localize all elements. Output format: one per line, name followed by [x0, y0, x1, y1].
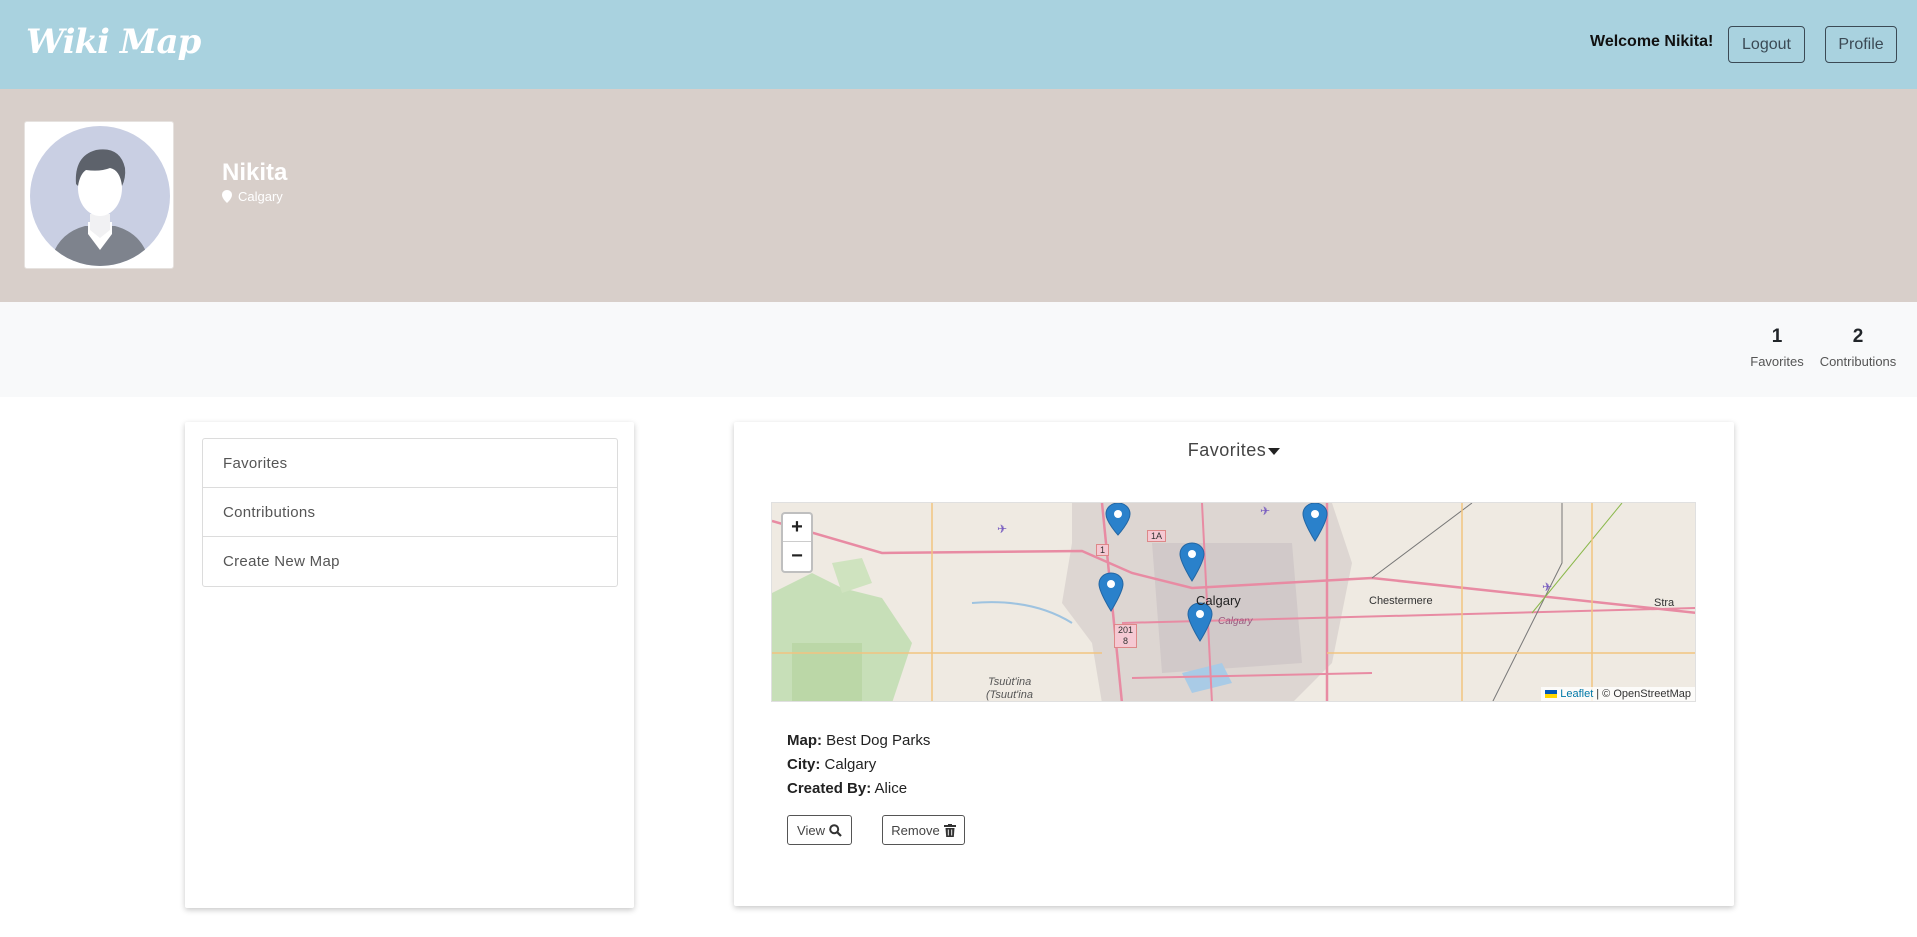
svg-text:✈: ✈ — [997, 522, 1007, 536]
map-label-calgary: Calgary — [1196, 593, 1241, 608]
map-creator-value: Alice — [874, 780, 908, 797]
map-label-strathmore: Stra — [1654, 597, 1675, 609]
logout-button[interactable]: Logout — [1728, 26, 1805, 63]
map-creator-label: Created By: — [787, 780, 872, 797]
map-name-value: Best Dog Parks — [826, 732, 931, 749]
stats-bar: 1 Favorites 2 Contributions — [0, 302, 1917, 397]
map-marker-icon — [222, 190, 232, 203]
leaflet-link[interactable]: Leaflet — [1560, 688, 1593, 700]
map-label-tsuutina-2: (Tsuut'ina — [986, 689, 1033, 701]
view-button[interactable]: View — [787, 815, 852, 845]
osm-attribution[interactable]: | © OpenStreetMap — [1596, 688, 1691, 700]
profile-header: Nikita Calgary — [0, 89, 1917, 302]
map-label-calgary-small: Calgary — [1218, 616, 1253, 627]
map-creator-row: Created By: Alice — [787, 777, 930, 801]
sidebar-item-favorites[interactable]: Favorites — [203, 439, 617, 488]
favorites-dropdown-label: Favorites — [1187, 440, 1267, 460]
map-label-chestermere: Chestermere — [1369, 595, 1433, 607]
remove-button-label: Remove — [891, 822, 940, 838]
map-city-value: Calgary — [824, 756, 877, 773]
user-location-text: Calgary — [238, 189, 283, 204]
avatar — [24, 121, 174, 269]
map-label-hwy-201-a: 201 — [1118, 625, 1134, 635]
search-icon — [829, 823, 842, 837]
main-card: Favorites ✈ ✈ ✈ Calgary Calgary Chesterm… — [734, 422, 1734, 906]
trash-icon — [943, 823, 956, 837]
favorites-count: 1 — [1771, 326, 1783, 347]
map-view[interactable]: ✈ ✈ ✈ Calgary Calgary Chestermere Stra T… — [771, 502, 1696, 702]
map-label-hwy-201: 201 8 — [1114, 624, 1138, 648]
map-label-hwy-201-b: 8 — [1123, 636, 1129, 646]
ukraine-flag-icon — [1545, 690, 1558, 698]
navbar: Wiki Map Welcome Nikita! Logout Profile — [0, 0, 1917, 89]
map-label-hwy-1a: 1A — [1147, 530, 1167, 542]
map-label-tsuutina-1: Tsuùt'ina — [988, 676, 1032, 688]
map-details: Map: Best Dog Parks City: Calgary Create… — [787, 729, 930, 801]
map-label-hwy-1: 1 — [1096, 544, 1110, 556]
profile-button[interactable]: Profile — [1825, 26, 1897, 63]
view-button-label: View — [797, 822, 825, 838]
contributions-stat-label: Contributions — [1819, 354, 1897, 369]
contributions-count: 2 — [1852, 326, 1864, 347]
sidebar-card: Favorites Contributions Create New Map — [185, 422, 634, 908]
map-city-label: City: — [787, 756, 821, 773]
map-city-row: City: Calgary — [787, 753, 930, 777]
favorites-stat-label: Favorites — [1750, 354, 1804, 369]
remove-button[interactable]: Remove — [882, 815, 965, 845]
sidebar-item-contributions[interactable]: Contributions — [203, 488, 617, 537]
user-name: Nikita — [222, 159, 288, 186]
map-zoom-control: + − — [781, 512, 813, 573]
brand-logo[interactable]: Wiki Map — [26, 22, 201, 62]
user-location: Calgary — [222, 189, 283, 204]
welcome-text: Welcome Nikita! — [1590, 33, 1714, 50]
favorites-dropdown[interactable]: Favorites — [734, 440, 1734, 461]
zoom-in-button[interactable]: + — [783, 514, 811, 542]
caret-down-icon — [1268, 447, 1281, 455]
zoom-out-button[interactable]: − — [783, 542, 811, 570]
sidebar-list: Favorites Contributions Create New Map — [202, 438, 618, 587]
contributions-stat: 2 Contributions — [1815, 326, 1901, 369]
svg-text:✈: ✈ — [1542, 580, 1552, 594]
sidebar-item-create-new-map[interactable]: Create New Map — [203, 537, 617, 586]
favorites-stat: 1 Favorites — [1748, 326, 1806, 369]
map-attribution: Leaflet | © OpenStreetMap — [1541, 687, 1695, 701]
svg-text:✈: ✈ — [1260, 504, 1270, 518]
map-name-row: Map: Best Dog Parks — [787, 729, 930, 753]
map-name-label: Map: — [787, 732, 822, 749]
